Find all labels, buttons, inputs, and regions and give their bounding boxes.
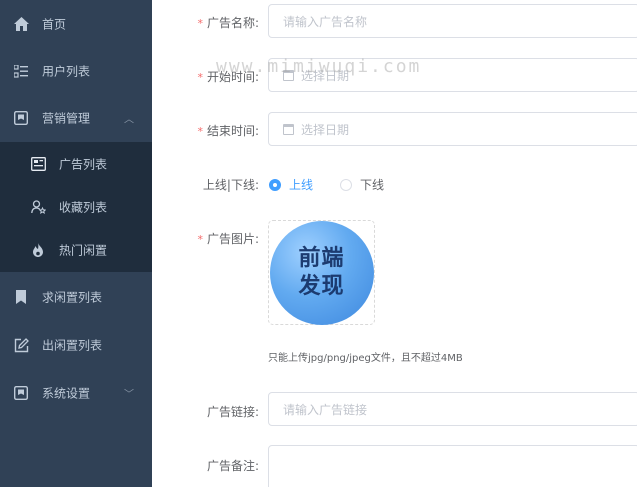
radio-dot: [269, 178, 281, 191]
sidebar-item-users[interactable]: 用户列表: [0, 47, 152, 95]
start-time-label: * 开始时间:: [197, 70, 259, 84]
end-time-label: * 结束时间:: [197, 124, 259, 138]
ad-name-input[interactable]: 请输入广告名称: [268, 4, 637, 38]
sidebar-item-home[interactable]: 首页: [0, 0, 152, 48]
uploaded-image: 前端 发现: [269, 220, 374, 325]
image-text-line2: 发现: [298, 273, 345, 299]
radio-offline[interactable]: 下线: [340, 176, 384, 193]
ad-image-label: * 广告图片:: [197, 232, 259, 246]
calendar-icon: [283, 123, 294, 135]
bookmark-icon: [13, 289, 29, 305]
ad-icon: [30, 156, 46, 172]
upload-tip: 只能上传jpg/png/jpeg文件，且不超过4MB: [268, 353, 463, 364]
image-uploader[interactable]: 前端 发现: [268, 220, 375, 325]
ad-remark-textarea[interactable]: [268, 445, 637, 487]
ad-link-placeholder: 请输入广告链接: [283, 402, 368, 417]
sidebar-item-hot-idle[interactable]: 热门闲置: [0, 228, 152, 271]
home-icon: [13, 16, 29, 32]
required-mark: *: [197, 71, 203, 84]
submenu-marketing: 广告列表 收藏列表 热门闲置: [0, 142, 152, 272]
required-mark: *: [197, 125, 203, 138]
sidebar-item-label: 求闲置列表: [42, 290, 103, 305]
required-mark: *: [197, 233, 203, 246]
image-text-line1: 前端: [298, 245, 345, 271]
marketing-icon: [13, 110, 29, 126]
end-date-picker[interactable]: 选择日期: [268, 112, 637, 146]
start-date-picker[interactable]: 选择日期: [268, 58, 637, 92]
sidebar-item-label: 营销管理: [42, 111, 91, 126]
sidebar-item-label: 收藏列表: [59, 200, 108, 214]
settings-icon: [13, 385, 29, 401]
ad-link-input[interactable]: 请输入广告链接: [268, 392, 637, 426]
sidebar: 首页 用户列表 营销管理 ︿ 广告列表 收藏列表 热门闲置 求闲置列表 出闲置列…: [0, 0, 152, 487]
radio-online[interactable]: 上线: [269, 176, 313, 193]
radio-dot: [340, 178, 352, 191]
required-mark: *: [197, 17, 203, 30]
sidebar-item-label: 系统设置: [42, 386, 91, 401]
sidebar-item-label: 用户列表: [42, 64, 91, 79]
radio-online-label: 上线: [289, 178, 314, 192]
fire-icon: [30, 242, 46, 258]
start-date-placeholder: 选择日期: [301, 68, 350, 83]
ad-name-placeholder: 请输入广告名称: [283, 14, 368, 29]
sidebar-item-label: 广告列表: [59, 157, 108, 171]
sidebar-item-marketing[interactable]: 营销管理 ︿: [0, 94, 152, 142]
chevron-up-icon: ︿: [124, 114, 134, 126]
sidebar-item-wanted-idle[interactable]: 求闲置列表: [0, 273, 152, 321]
online-offline-label: 上线|下线:: [202, 178, 259, 192]
end-date-placeholder: 选择日期: [301, 122, 350, 137]
user-star-icon: [30, 199, 46, 215]
calendar-icon: [283, 69, 294, 81]
sidebar-item-ad-list[interactable]: 广告列表: [0, 142, 152, 185]
sidebar-item-label: 首页: [42, 17, 67, 32]
radio-offline-label: 下线: [360, 178, 385, 192]
sidebar-item-label: 热门闲置: [59, 243, 108, 257]
chevron-down-icon: ﹀: [124, 389, 134, 401]
ad-name-label: * 广告名称:: [197, 16, 259, 30]
ad-link-label: 广告链接:: [206, 405, 259, 419]
edit-icon: [13, 337, 29, 353]
sidebar-item-offered-idle[interactable]: 出闲置列表: [0, 321, 152, 369]
sidebar-item-label: 出闲置列表: [42, 338, 103, 353]
sidebar-item-settings[interactable]: 系统设置 ﹀: [0, 369, 152, 417]
list-icon: [13, 63, 29, 79]
sidebar-item-favorites[interactable]: 收藏列表: [0, 185, 152, 228]
ad-remark-label: 广告备注:: [206, 459, 259, 473]
